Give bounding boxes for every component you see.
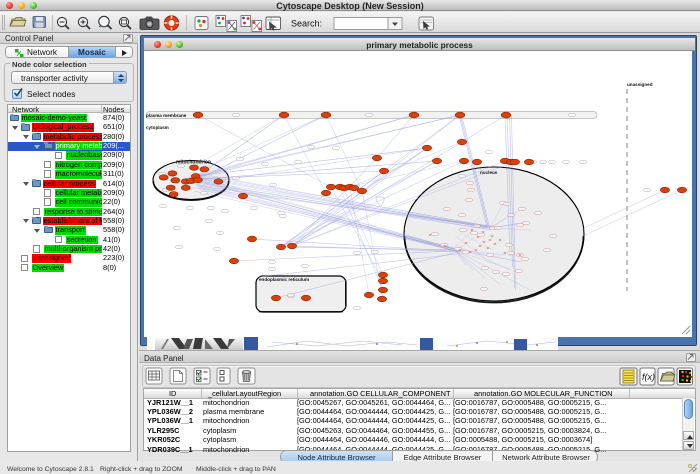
svg-text:Search:: Search: — [291, 19, 322, 29]
svg-text:unassigned: unassigned — [627, 82, 653, 87]
svg-text:plasma membrane: plasma membrane — [146, 113, 187, 118]
svg-text:cytoplasm: cytoplasm — [146, 125, 169, 130]
svg-text:nucleus: nucleus — [480, 170, 498, 175]
svg-text:f(x): f(x) — [642, 372, 655, 382]
svg-text:endoplasmic reticulum: endoplasmic reticulum — [259, 277, 309, 282]
